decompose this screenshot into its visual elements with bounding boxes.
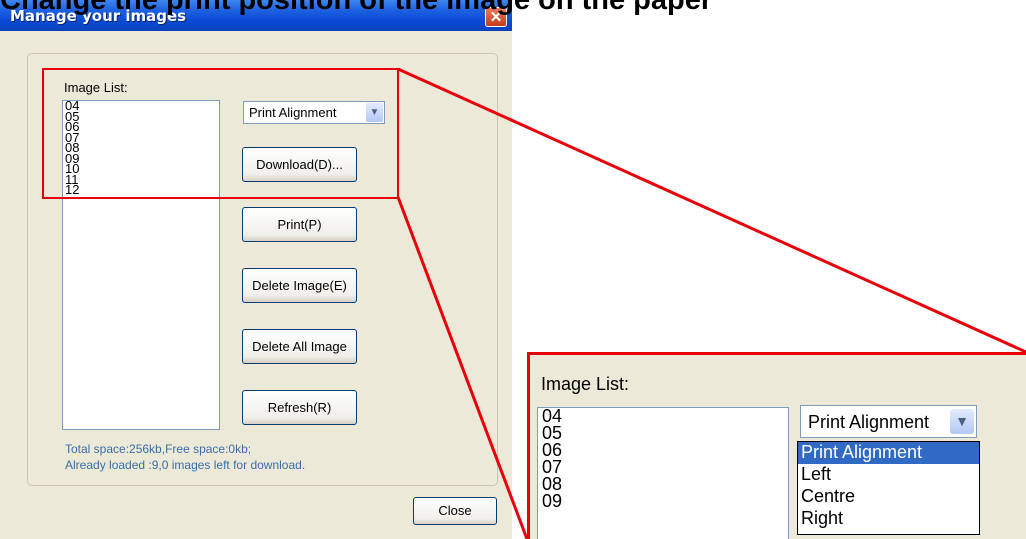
connector-line-bottom [396,196,529,539]
chevron-down-icon[interactable]: ▼ [950,409,974,434]
connector-line-top [397,67,1026,354]
list-item[interactable]: 04 [538,407,788,425]
option-print-alignment[interactable]: Print Alignment [798,442,979,464]
image-list-zoomed[interactable]: 04 05 06 07 08 09 [537,407,789,539]
list-item[interactable]: 07 [538,458,788,476]
list-item[interactable]: 05 [538,424,788,442]
option-left[interactable]: Left [798,464,979,486]
option-right[interactable]: Right [798,508,979,530]
select-value: Print Alignment [808,412,930,432]
list-item[interactable]: 08 [538,475,788,493]
option-centre[interactable]: Centre [798,486,979,508]
list-item[interactable]: 09 [538,492,788,510]
image-list-label-zoomed: Image List: [541,374,630,394]
alignment-dropdown-menu[interactable]: Print Alignment Left Centre Right [797,441,980,535]
print-alignment-select-zoomed[interactable]: Print Alignment ▼ [800,405,977,438]
zoom-inset: Image List: 04 05 06 07 08 09 Print Alig… [527,352,1026,539]
list-item[interactable]: 06 [538,441,788,459]
